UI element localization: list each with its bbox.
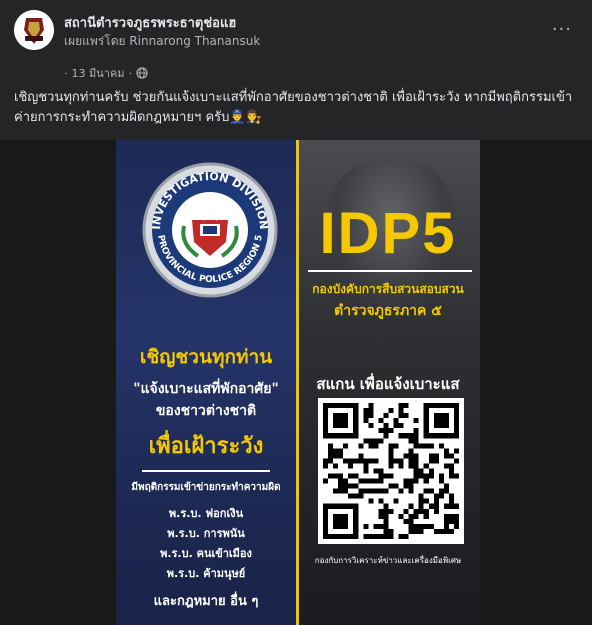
scan-text: สแกน เพื่อแจ้งเบาะแส [316, 375, 460, 393]
qr-code-icon [318, 398, 464, 544]
post-header: สถานีตำรวจภูธรพระธาตุช่อแฮ เผยแพร่โดย Ri… [0, 0, 592, 84]
post-meta: · 13 มีนาคม · [64, 64, 148, 82]
behavior-text: มีพฤติกรรมเข้าข่ายกระทำความผิด [131, 482, 281, 493]
police-badge-icon [14, 10, 54, 50]
page-name-link[interactable]: สถานีตำรวจภูธรพระธาตุช่อแฮ [64, 12, 236, 33]
invite-text: เชิญชวนทุกท่าน [139, 346, 273, 368]
dot-separator: · [64, 66, 68, 80]
poster: INVESTIGATION DIVISION PROVINCIAL POLICE… [116, 140, 480, 625]
other-laws-text: และกฎหมาย อื่น ๆ [153, 594, 259, 609]
page-avatar[interactable] [14, 10, 54, 50]
watch-text: เพื่อเฝ้าระวัง [148, 434, 264, 459]
published-by[interactable]: เผยแพร่โดย Rinnarong Thanansuk [64, 32, 260, 51]
foreigners-text: ของชาวต่างชาติ [155, 403, 257, 419]
headline-underline [308, 270, 472, 272]
dot-separator: · [128, 66, 133, 80]
poster-headline: IDP5 [319, 201, 457, 266]
investigation-emblem-icon: INVESTIGATION DIVISION PROVINCIAL POLICE… [142, 162, 278, 298]
globe-icon [136, 67, 148, 79]
post-caption: เชิญชวนทุกท่านครับ ช่วยกันแจ้งเบาะแสที่พ… [14, 90, 573, 125]
poster-footer: กองกับการวิเคราะห์ข่าวและเครื่องมือพิเศษ [314, 556, 462, 565]
law-item: พ.ร.บ. ค้ามนุษย์ [166, 567, 246, 580]
law-item: พ.ร.บ. ฟอกเงิน [168, 507, 244, 520]
law-item: พ.ร.บ. คนเข้าเมือง [160, 547, 252, 560]
post-image[interactable]: INVESTIGATION DIVISION PROVINCIAL POLICE… [0, 140, 592, 625]
law-item: พ.ร.บ. การพนัน [167, 527, 245, 540]
unit-line-1: กองบังคับการสืบสวนสอบสวน [312, 282, 464, 296]
watch-underline [142, 470, 270, 472]
unit-line-2: ตำรวจภูธรภาค ๕ [334, 303, 442, 319]
more-options-icon[interactable]: ... [552, 14, 572, 35]
quote-text: "แจ้งเบาะแสที่พักอาศัย" [133, 381, 279, 397]
post-date-link[interactable]: 13 มีนาคม [72, 64, 125, 82]
